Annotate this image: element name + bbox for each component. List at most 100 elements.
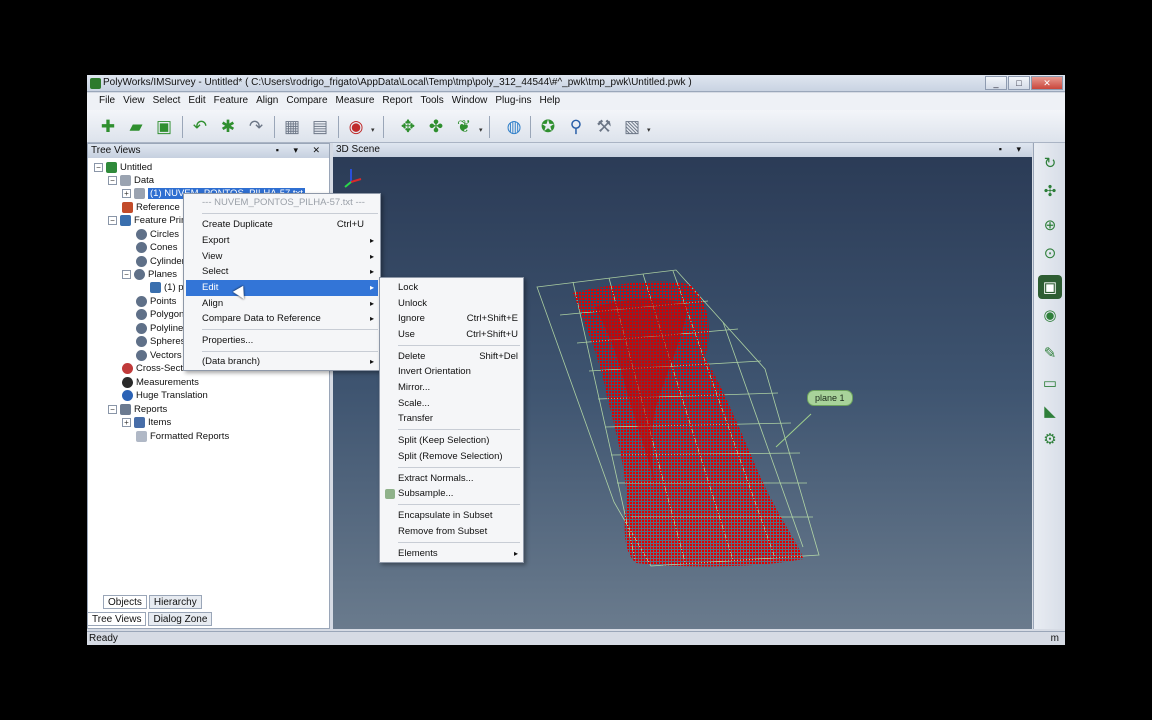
calculator-icon[interactable]: ▦	[279, 114, 305, 140]
tab-tree-views[interactable]: Tree Views	[87, 612, 147, 626]
paint-icon[interactable]: ✎	[1038, 341, 1062, 365]
redo-icon[interactable]: ↷	[243, 114, 269, 140]
menu-window[interactable]: Window	[452, 93, 494, 110]
submenu-unlock[interactable]: Unlock	[382, 296, 522, 312]
save-icon[interactable]: ▣	[151, 114, 177, 140]
menu-view-sub[interactable]: View ▸	[186, 249, 378, 265]
close-button[interactable]: ✕	[1031, 76, 1063, 90]
menu-select-sub[interactable]: Select ▸	[186, 264, 378, 280]
menu-compare[interactable]: Compare	[286, 93, 333, 110]
zoom-in-icon[interactable]: ⊕	[1038, 213, 1062, 237]
open-folder-icon[interactable]: ▰	[123, 114, 149, 140]
menu-measure[interactable]: Measure	[336, 93, 381, 110]
cut-plane-icon[interactable]: ◣	[1038, 399, 1062, 423]
menu-file[interactable]: File	[99, 93, 121, 110]
plane-annotation-label[interactable]: plane 1	[807, 390, 853, 406]
submenu-lock[interactable]: Lock	[382, 280, 522, 296]
tree-node-polylines[interactable]: Polylines	[136, 322, 188, 335]
cross-section-icon[interactable]: ⚒	[591, 114, 617, 140]
submenu-encapsulate[interactable]: Encapsulate in Subset	[382, 508, 522, 524]
pan-icon[interactable]: ✣	[1038, 179, 1062, 203]
menu-export[interactable]: Export ▸	[186, 233, 378, 249]
tab-dialog-zone[interactable]: Dialog Zone	[148, 612, 213, 626]
report-icon[interactable]: ▧	[619, 114, 645, 140]
submenu-split-keep[interactable]: Split (Keep Selection)	[382, 433, 522, 449]
screen-icon[interactable]: ▭	[1038, 371, 1062, 395]
menu-tools[interactable]: Tools	[420, 93, 449, 110]
feature-icon[interactable]: ✪	[535, 114, 561, 140]
submenu-transfer[interactable]: Transfer	[382, 411, 522, 427]
compare-icon[interactable]: ❦	[451, 114, 477, 140]
macro-icon[interactable]: ▤	[307, 114, 333, 140]
redo-special-icon[interactable]: ✱	[215, 114, 241, 140]
tab-objects[interactable]: Objects	[103, 595, 147, 609]
submenu-invert-orientation[interactable]: Invert Orientation	[382, 364, 522, 380]
point-cloud	[573, 281, 803, 567]
menu-select[interactable]: Select	[153, 93, 187, 110]
record-icon[interactable]: ◉	[343, 114, 369, 140]
best-fit-icon[interactable]: ✤	[423, 114, 449, 140]
panel-controls[interactable]: ▪ ▾ ✕	[276, 144, 326, 157]
scene-controls[interactable]: ▪ ▾	[999, 143, 1027, 156]
submenu-extract-normals[interactable]: Extract Normals...	[382, 471, 522, 487]
submenu-elements[interactable]: Elements ▸	[382, 546, 522, 562]
undo-icon[interactable]: ↶	[187, 114, 213, 140]
tree-views-header: Tree Views ▪ ▾ ✕	[88, 144, 329, 158]
menu-align[interactable]: Align	[256, 93, 284, 110]
tree-node-polygons[interactable]: Polygons	[136, 308, 189, 321]
submenu-scale[interactable]: Scale...	[382, 396, 522, 412]
tree-node-vectors[interactable]: Vectors	[136, 349, 182, 362]
submenu-split-remove[interactable]: Split (Remove Selection)	[382, 449, 522, 465]
tree-node-spheres[interactable]: Spheres	[136, 335, 185, 348]
menu-edit[interactable]: Edit	[188, 93, 211, 110]
tree-node-items[interactable]: + Items	[122, 416, 171, 429]
tree-node-formatted-reports[interactable]: Formatted Reports	[136, 430, 229, 443]
align-icon[interactable]: ✥	[395, 114, 421, 140]
submenu-ignore[interactable]: Ignore Ctrl+Shift+E	[382, 311, 522, 327]
menu-compare-data[interactable]: Compare Data to Reference ▸	[186, 311, 378, 327]
tree-node-reference[interactable]: Reference	[122, 201, 180, 214]
menu-plugins[interactable]: Plug-ins	[495, 93, 537, 110]
tree-node-cones[interactable]: Cones	[136, 241, 177, 254]
tree-node-measurements[interactable]: Measurements	[122, 376, 199, 389]
tab-hierarchy[interactable]: Hierarchy	[148, 595, 202, 609]
minimize-button[interactable]: _	[985, 76, 1007, 90]
submenu-mirror[interactable]: Mirror...	[382, 380, 522, 396]
view-icon[interactable]: ▣	[1038, 275, 1062, 299]
menu-properties[interactable]: Properties...	[186, 333, 378, 349]
submenu-use[interactable]: Use Ctrl+Shift+U	[382, 327, 522, 343]
tree-node-huge-translation[interactable]: Huge Translation	[122, 389, 208, 402]
globe-icon[interactable]: ◍	[501, 114, 527, 140]
3d-scene-title: 3D Scene	[336, 144, 380, 155]
tree-node-untitled[interactable]: − Untitled	[94, 161, 152, 174]
measure-icon[interactable]: ⚲	[563, 114, 589, 140]
menu-report[interactable]: Report	[382, 93, 418, 110]
point-icon	[136, 296, 147, 307]
tree-node-cylinders[interactable]: Cylinders	[136, 255, 190, 268]
maximize-button[interactable]: □	[1008, 76, 1030, 90]
menu-data-branch[interactable]: (Data branch) ▸	[186, 354, 378, 370]
menu-help[interactable]: Help	[540, 93, 567, 110]
menu-align-sub[interactable]: Align ▸	[186, 296, 378, 312]
new-project-icon[interactable]: ✚	[95, 114, 121, 140]
vector-icon	[136, 350, 147, 361]
tree-node-points[interactable]: Points	[136, 295, 176, 308]
settings-icon[interactable]: ⚙	[1038, 427, 1062, 451]
menu-edit-sub[interactable]: Edit ▸	[186, 280, 378, 296]
menu-create-duplicate[interactable]: Create Duplicate Ctrl+U	[186, 217, 378, 233]
menu-view[interactable]: View	[123, 93, 151, 110]
submenu-subsample[interactable]: Subsample...	[382, 486, 522, 502]
submenu-delete[interactable]: Delete Shift+Del	[382, 349, 522, 365]
tree-node-planes[interactable]: − Planes	[122, 268, 177, 281]
submenu-remove-subset[interactable]: Remove from Subset	[382, 524, 522, 540]
tree-node-reports[interactable]: − Reports	[108, 403, 167, 416]
tree-node-data[interactable]: − Data	[108, 174, 154, 187]
eye-icon[interactable]: ◉	[1038, 303, 1062, 327]
zoom-fit-icon[interactable]: ⊙	[1038, 241, 1062, 265]
rotate-icon[interactable]: ↻	[1038, 151, 1062, 175]
tree-node-circles[interactable]: Circles	[136, 228, 179, 241]
data-folder-icon	[120, 175, 131, 186]
menu-bar: File View Select Edit Feature Align Comp…	[87, 93, 1065, 110]
menu-feature[interactable]: Feature	[214, 93, 254, 110]
polygon-icon	[136, 309, 147, 320]
